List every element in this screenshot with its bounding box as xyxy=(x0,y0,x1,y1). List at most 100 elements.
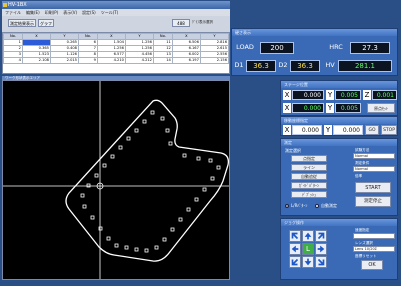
arrow-down-left-icon xyxy=(291,258,299,266)
arrow-right-icon xyxy=(317,245,325,253)
measure-mode-label: 測定選択 xyxy=(285,148,301,153)
move-x-label: X xyxy=(283,125,291,135)
d2-value: 36.3 xyxy=(290,60,320,72)
pos-x2-label: X xyxy=(283,103,291,113)
load-label: LOAD xyxy=(236,43,254,51)
table-cell: 2.156 xyxy=(199,57,229,64)
start-button[interactable]: START xyxy=(355,182,391,193)
tab-results[interactable]: 測定結果表示 xyxy=(8,19,36,27)
table-row[interactable]: 4 2.108 2.015 9 4.210 4.212 14 6.197 2.1… xyxy=(3,57,229,64)
pos-x-label: X xyxy=(283,90,291,100)
cond-select[interactable]: Normal xyxy=(353,166,395,172)
menu-file[interactable]: ファイル xyxy=(5,9,21,16)
go-button[interactable]: GO xyxy=(365,125,379,135)
tab-graph[interactable]: グラフ xyxy=(38,19,54,27)
jog-header: ジョグ操作 xyxy=(281,219,397,226)
mode-option-1[interactable]: 点指定 xyxy=(291,155,327,162)
jog-left-button[interactable] xyxy=(289,243,301,255)
jog-up-left-button[interactable] xyxy=(289,230,301,242)
move-panel: 移動座標指定 X 0.000 Y 0.000 GO STOP xyxy=(280,116,398,136)
table-cell: 2.108 xyxy=(21,57,51,64)
measure-header: 測定 xyxy=(281,139,397,146)
arrow-left-icon xyxy=(291,245,299,253)
mode-option-3[interactable]: 自動追従 xyxy=(291,173,327,180)
stop-button[interactable]: STOP xyxy=(381,125,397,135)
hardness-header: 硬さ表示 xyxy=(232,29,397,36)
results-table-panel: No. X Y No. X Y No. X Y 1 0.265 6 1.504 … xyxy=(2,32,230,74)
d1-value: 36.3 xyxy=(246,60,276,72)
workpiece-outline xyxy=(65,99,229,262)
mode-option-4[interactable]: ｶﾞｲﾄﾞﾊﾟﾀｰﾝ xyxy=(291,182,327,189)
jog-down-right-button[interactable] xyxy=(315,256,327,268)
measure-panel: 測定 測定選択 点指定 ライン 自動追従 ｶﾞｲﾄﾞﾊﾟﾀｰﾝ ﾃﾞﾌﾞｯｼｭ … xyxy=(280,138,398,216)
table-cell: 4 xyxy=(3,57,23,64)
radio-icon xyxy=(315,204,319,208)
table-cell: 4.212 xyxy=(124,57,154,64)
jog-center-button[interactable]: L xyxy=(302,243,314,255)
hrc-value: 27.3 xyxy=(350,42,390,54)
workpiece-view xyxy=(3,81,229,279)
magnification-label: 倍率 xyxy=(355,174,363,178)
hv-label: HV xyxy=(325,61,335,69)
d2-label: D2 xyxy=(278,61,288,69)
radio-lr-pattern[interactable]: L/Rﾊﾟﾀｰﾝ xyxy=(285,203,307,209)
menu-edit[interactable]: 編集(E) xyxy=(26,9,40,16)
hardness-panel: 硬さ表示 LOAD 200 HRC 27.3 D1 36.3 D2 36.3 H… xyxy=(231,28,398,76)
pos-z-value: 0.001 xyxy=(372,90,397,100)
application-window: HV-1BX ファイル 編集(E) 印刷(P) 表示(V) 設定(S) ツール(… xyxy=(0,0,401,286)
move-x-input[interactable]: 0.000 xyxy=(292,125,322,135)
pos-x-value: 0.000 xyxy=(292,90,324,100)
move-y-label: Y xyxy=(324,125,332,135)
origin-set-button[interactable]: 原点ｾｯﾄ xyxy=(367,103,395,113)
menu-bar: ファイル 編集(E) 印刷(P) 表示(V) 設定(S) ツール(T) xyxy=(2,9,230,16)
lens-select[interactable]: Lens 10/20Σ xyxy=(353,246,395,252)
test-method-select[interactable]: Normal xyxy=(353,153,395,159)
arrow-up-right-icon xyxy=(317,232,325,240)
menu-print[interactable]: 印刷(P) xyxy=(45,9,59,16)
arrow-down-icon xyxy=(304,258,312,266)
pos-y2-value: 0.005 xyxy=(335,103,361,113)
stage-position-panel: ステージ位置 X 0.000 Y 0.005 Z 0.001 X 0.000 Y… xyxy=(280,80,398,116)
table-cell: 9 xyxy=(77,57,98,64)
jog-up-right-button[interactable] xyxy=(315,230,327,242)
ok-button[interactable]: OK xyxy=(361,260,383,270)
radio-auto-measure[interactable]: 自動測定 xyxy=(315,203,337,209)
radio-icon xyxy=(285,204,289,208)
move-header: 移動座標指定 xyxy=(281,117,397,124)
menu-view[interactable]: 表示(V) xyxy=(63,9,77,16)
jog-down-left-button[interactable] xyxy=(289,256,301,268)
toolbar-extra-label: ｸﾞﾗﾌ表示選択 xyxy=(192,20,213,24)
table-cell: 6.197 xyxy=(171,57,201,64)
table-cell: 4.210 xyxy=(96,57,126,64)
jog-down-button[interactable] xyxy=(302,256,314,268)
mode-option-2[interactable]: ライン xyxy=(291,164,327,171)
menu-settings[interactable]: 設定(S) xyxy=(82,9,96,16)
workpiece-canvas[interactable] xyxy=(2,80,230,280)
jog-panel: ジョグ操作 L 速度指定 レンズ選択 Lens 10/20Σ 座標リセット OK xyxy=(280,218,398,280)
pos-y-value: 0.005 xyxy=(335,90,361,100)
mode-option-5[interactable]: ﾃﾞﾌﾞｯｼｭ xyxy=(291,191,327,198)
jog-right-button[interactable] xyxy=(315,243,327,255)
reset-label: 座標リセット xyxy=(355,254,377,258)
jog-up-button[interactable] xyxy=(302,230,314,242)
pos-y-label: Y xyxy=(326,90,334,100)
move-y-input[interactable]: 0.000 xyxy=(333,125,363,135)
title-bar: HV-1BX xyxy=(2,1,230,9)
load-value: 200 xyxy=(260,42,294,54)
hrc-label: HRC xyxy=(329,43,343,51)
radio-label: L/Rﾊﾟﾀｰﾝ xyxy=(291,203,308,208)
indent-points xyxy=(80,110,221,253)
toolbar-count-button[interactable]: 488 xyxy=(172,19,190,27)
app-icon xyxy=(3,3,7,7)
window-title: HV-1BX xyxy=(8,2,27,8)
toolbar: 測定結果表示 グラフ 488 ｸﾞﾗﾌ表示選択 xyxy=(2,16,230,32)
arrow-down-right-icon xyxy=(317,258,325,266)
pos-x2-value: 0.000 xyxy=(292,103,324,113)
menu-tools[interactable]: ツール(T) xyxy=(101,9,119,16)
measure-stop-button[interactable]: 測定停止 xyxy=(355,196,391,207)
table-cell: 14 xyxy=(152,57,173,64)
stage-position-header: ステージ位置 xyxy=(281,81,397,88)
d1-label: D1 xyxy=(234,61,244,69)
speed-select[interactable] xyxy=(353,233,395,239)
pos-y2-label: Y xyxy=(326,103,334,113)
